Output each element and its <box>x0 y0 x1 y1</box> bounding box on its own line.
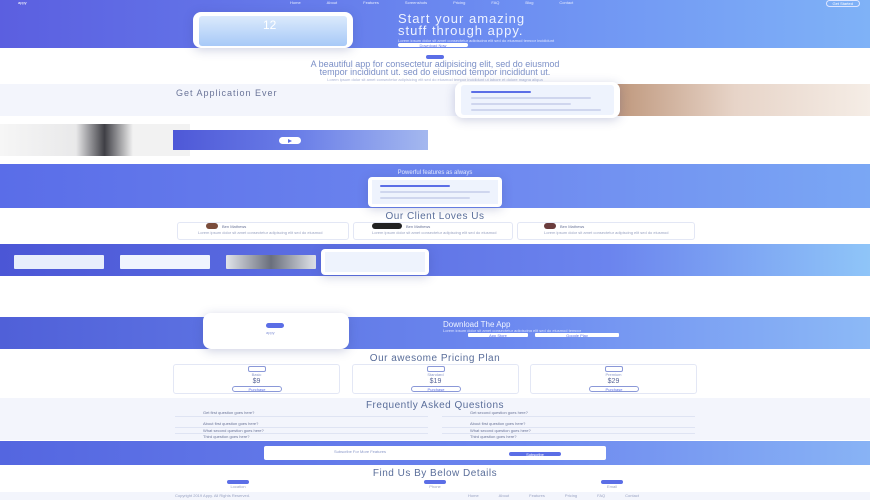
navbar: appy Home About Features Screenshots Pri… <box>0 0 870 7</box>
footer-link-pricing[interactable]: Pricing <box>565 493 577 498</box>
footer-copyright: Copyright 2019 Appy. All Rights Reserved… <box>175 493 251 498</box>
screenshot-3[interactable] <box>226 255 316 269</box>
about-title: Get Application Ever <box>176 88 278 98</box>
testimonial-text: Lorem ipsum dolor sit amet consectetur a… <box>544 230 669 235</box>
tablet-screen: 12 <box>199 16 347 46</box>
faq-item[interactable]: Third question goes here? <box>442 434 695 439</box>
faq-item[interactable]: About first question goes here? <box>442 421 695 428</box>
testimonial-card-1: Ben Mathews Lorem ipsum dolor sit amet c… <box>177 222 349 240</box>
app-logo-icon <box>266 323 284 328</box>
features-title: Powerful features as always <box>397 170 473 176</box>
testimonial-card-2: Ben Mathews Lorem ipsum dolor sit amet c… <box>353 222 513 240</box>
testimonial-card-3: Ben Mathews Lorem ipsum dolor sit amet c… <box>517 222 695 240</box>
footer-links: Home About Features Pricing FAQ Contact <box>468 493 639 498</box>
footer-link-home[interactable]: Home <box>468 493 479 498</box>
footer-link-faq[interactable]: FAQ <box>597 493 605 498</box>
pricing-title: Our awesome Pricing Plan <box>369 353 501 364</box>
hero-download-button[interactable]: Download Now <box>398 43 468 47</box>
nav-item-pricing[interactable]: Pricing <box>453 0 465 5</box>
screenshot-4-active[interactable] <box>321 249 429 275</box>
nav-item-faq[interactable]: FAQ <box>491 0 499 5</box>
testimonial-text: Lorem ipsum dolor sit amet consectetur a… <box>198 230 323 235</box>
intro-headline: A beautiful app for consectetur adipisic… <box>310 59 560 77</box>
subscribe-button[interactable]: Subscribe <box>509 452 561 456</box>
download-text: Lorem ipsum dolor sit amet consectetur a… <box>443 328 582 332</box>
testimonial-name: Ben Mathews <box>222 224 247 229</box>
avatar <box>372 223 402 229</box>
nav-item-blog[interactable]: Blog <box>525 0 533 5</box>
plan-price: $29 <box>607 378 620 385</box>
testimonials-title: Our Client Loves Us <box>385 211 485 222</box>
video-photo <box>0 124 190 156</box>
play-button[interactable] <box>279 137 301 144</box>
google-play-button[interactable]: Google Play <box>535 333 619 337</box>
download-tablet-mockup: appy <box>203 313 349 349</box>
nav-item-screenshots[interactable]: Screenshots <box>405 0 427 5</box>
app-store-button[interactable]: App Store <box>468 333 528 337</box>
testimonial-name: Ben Mathews <box>560 224 585 229</box>
purchase-button[interactable]: Purchase <box>232 386 282 392</box>
purchase-button[interactable]: Purchase <box>589 386 639 392</box>
play-icon <box>288 139 292 143</box>
screenshot-1[interactable] <box>14 255 104 269</box>
about-photo <box>600 84 870 116</box>
nav-item-home[interactable]: Home <box>290 0 301 5</box>
brand-logo[interactable]: appy <box>18 0 27 5</box>
get-started-button[interactable]: Get Started <box>825 0 860 7</box>
nav-item-contact[interactable]: Contact <box>559 0 573 5</box>
faq-left-column: Get first question goes here? About firs… <box>175 410 428 439</box>
subscribe-box: Subscribe For More Features Subscribe <box>264 446 606 460</box>
about-tablet-mockup <box>455 82 620 118</box>
screenshot-2[interactable] <box>120 255 210 269</box>
footer-link-about[interactable]: About <box>499 493 509 498</box>
purchase-button[interactable]: Purchase <box>411 386 461 392</box>
hero-title: Start your amazing stuff through appy. <box>398 12 525 38</box>
pricing-card-premium: Premium $29 Purchase <box>530 364 697 394</box>
clock-text: 12 <box>263 18 277 32</box>
testimonial-text: Lorem ipsum dolor sit amet consectetur a… <box>372 230 497 235</box>
hero-tablet-mockup: 12 <box>193 12 353 48</box>
footer-link-features[interactable]: Features <box>529 493 545 498</box>
pricing-card-basic: Basic $9 Purchase <box>173 364 340 394</box>
pricing-card-standard: Standard $19 Purchase <box>352 364 519 394</box>
contact-title: Find Us By Below Details <box>372 468 498 479</box>
features-tablet-mockup <box>368 177 502 207</box>
subscribe-label: Subscribe For More Features <box>334 449 387 454</box>
contact-item-phone: Phone <box>395 480 475 488</box>
contact-item-location: Location <box>198 480 278 488</box>
faq-item[interactable]: Get first question goes here? <box>175 410 428 417</box>
plan-name: Basic <box>251 372 262 377</box>
avatar <box>206 223 218 229</box>
plan-price: $19 <box>429 378 442 385</box>
faq-item[interactable]: Get second question goes here? <box>442 410 695 417</box>
faq-title: Frequently Asked Questions <box>365 400 505 411</box>
plan-price: $9 <box>252 378 261 385</box>
footer-link-contact[interactable]: Contact <box>625 493 639 498</box>
hero-subtitle: Lorem ipsum dolor sit amet consectetur a… <box>398 38 555 42</box>
footer <box>0 492 870 500</box>
contact-item-email: Email <box>572 480 652 488</box>
plan-name: Standard <box>427 372 444 377</box>
hero-title-line2: stuff through appy. <box>398 23 524 38</box>
download-section <box>0 317 870 349</box>
faq-item[interactable]: About first question goes here? <box>175 421 428 428</box>
faq-item[interactable]: Third question goes here? <box>175 434 428 439</box>
testimonial-name: Ben Mathews <box>406 224 431 229</box>
download-logo-text: appy <box>266 330 275 335</box>
avatar <box>544 223 556 229</box>
nav-item-about[interactable]: About <box>327 0 337 5</box>
nav-item-features[interactable]: Features <box>363 0 379 5</box>
plan-name: Premium <box>605 372 622 377</box>
faq-right-column: Get second question goes here? About fir… <box>442 410 695 439</box>
